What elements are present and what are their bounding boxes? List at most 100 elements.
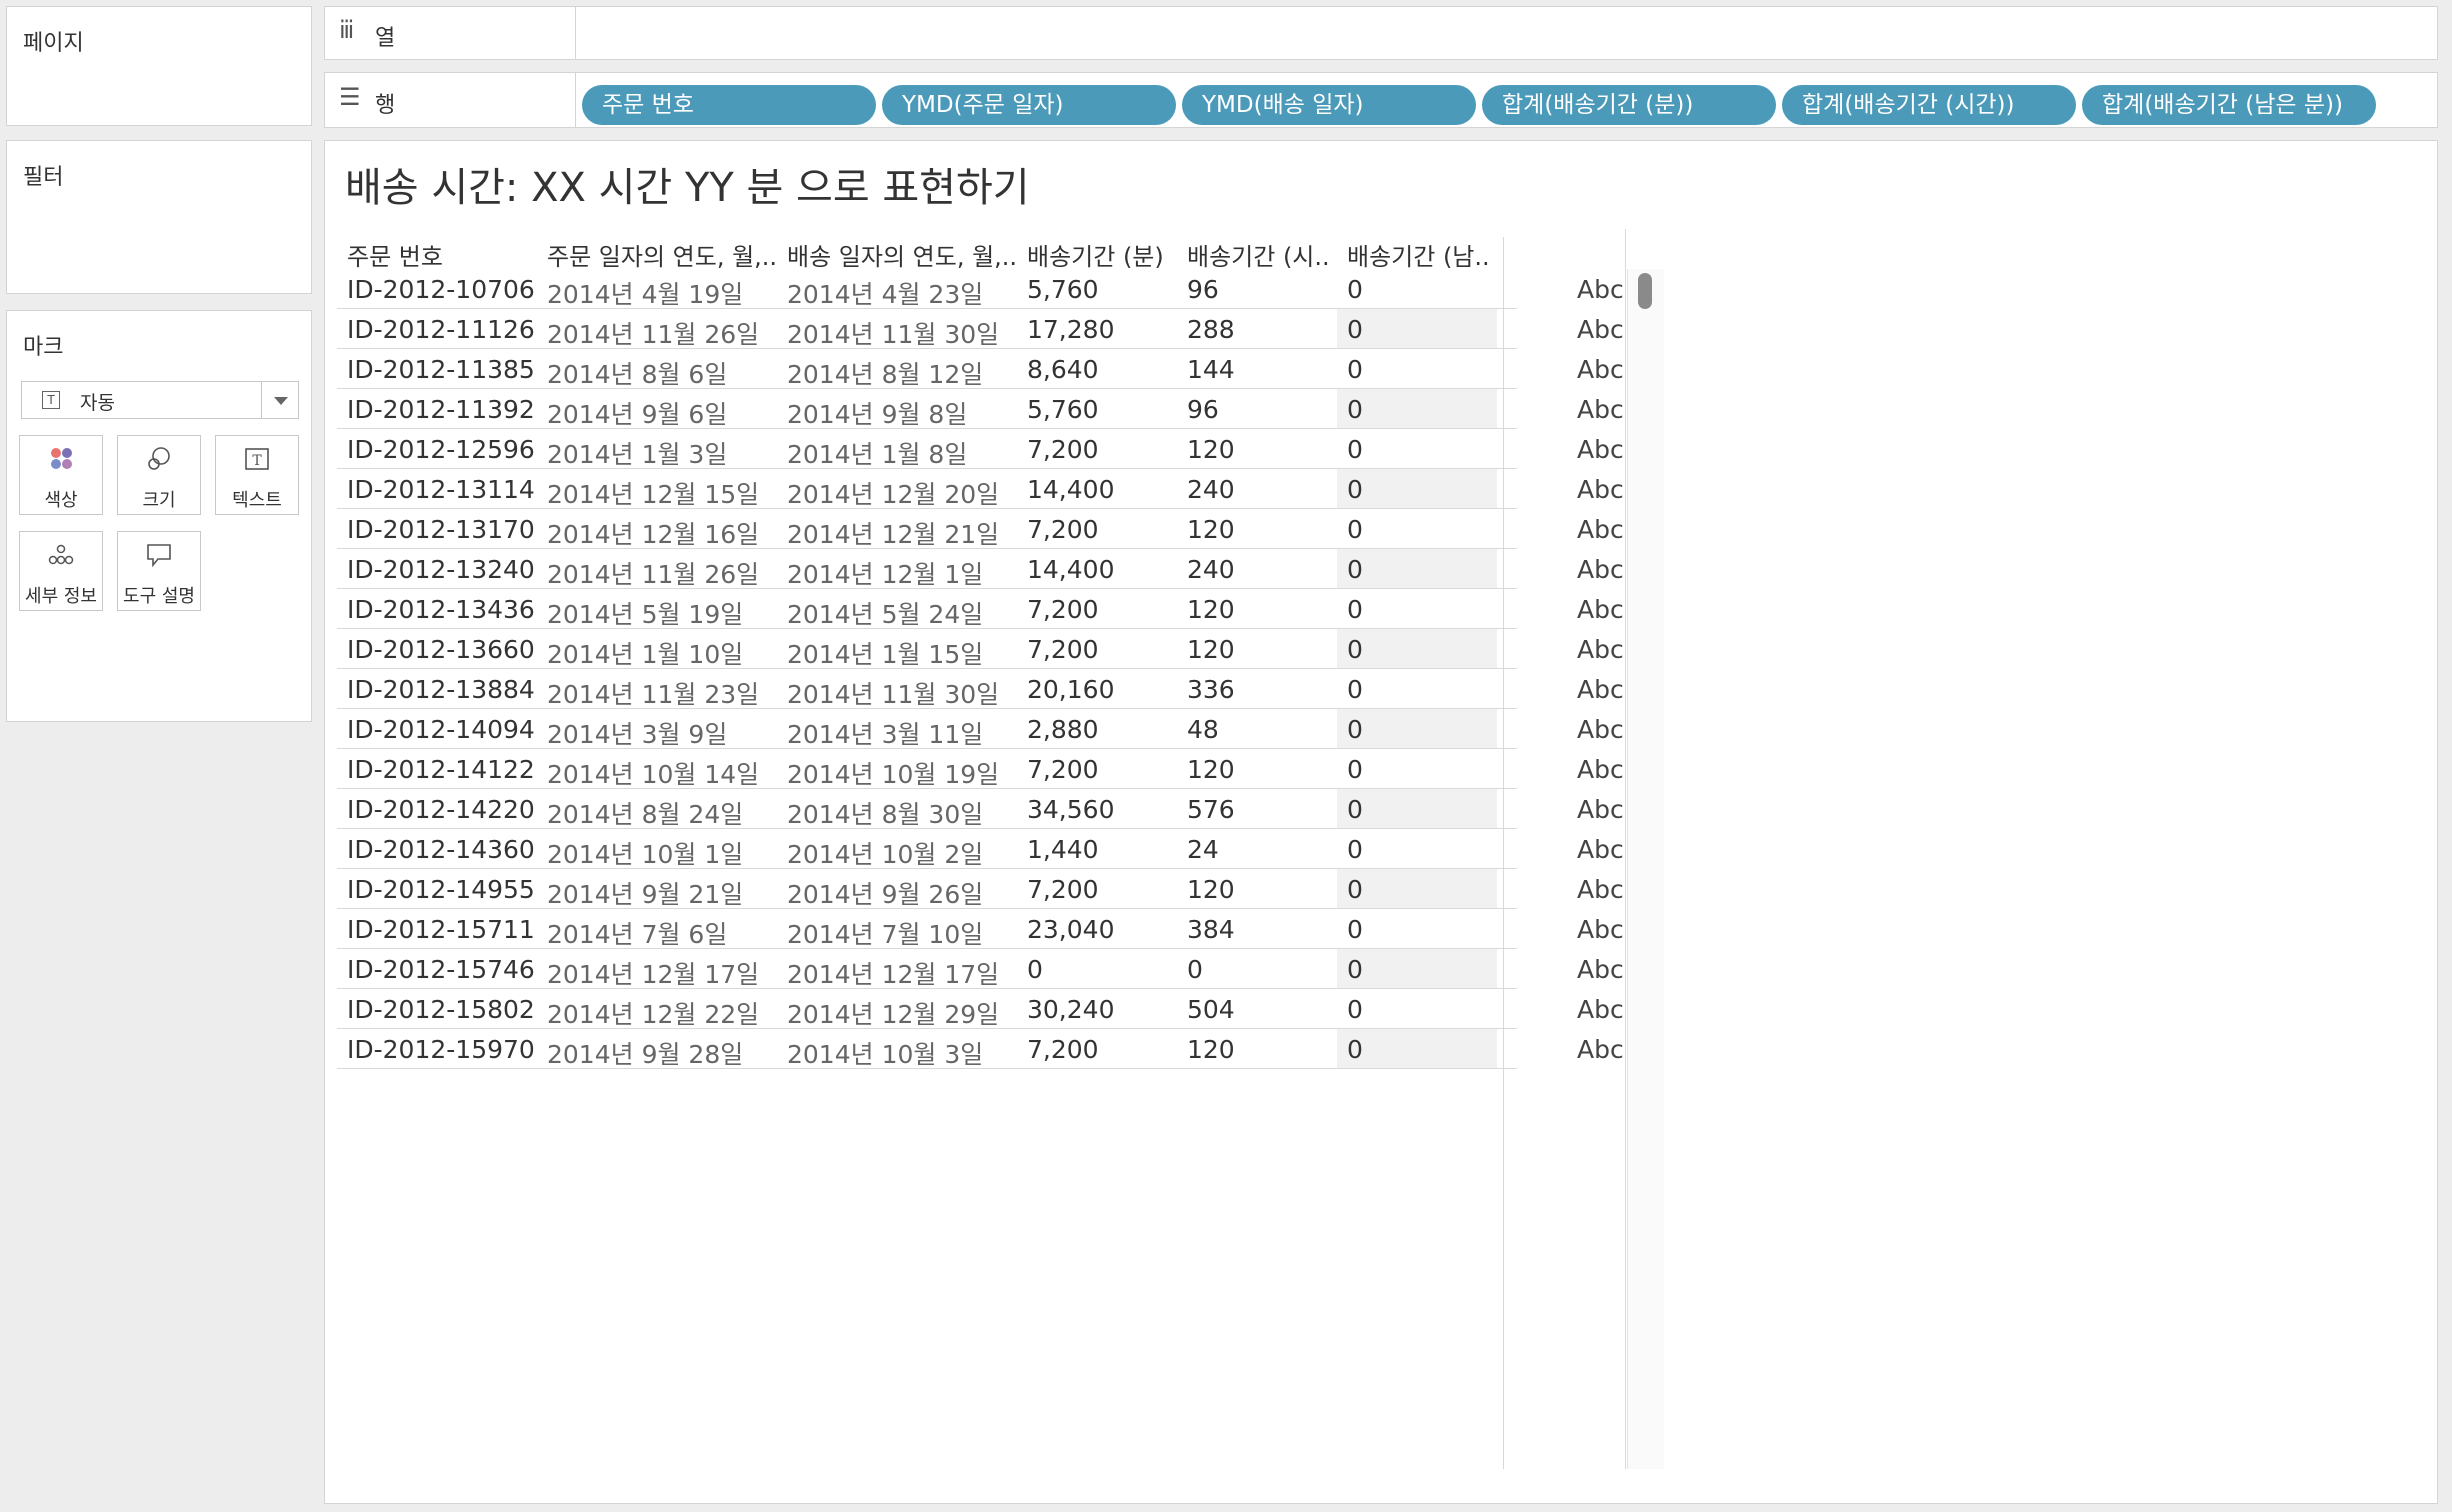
cell-ship-date: 2014년 11월 30일 xyxy=(787,680,1000,709)
table-row[interactable]: ID-2012-11385 2014년 8월 6일 2014년 8월 12일 8,64… xyxy=(337,349,1637,389)
marks-card: 마크 T 자동 색상 크기 T 텍스트 세부 정보 도구 설명 xyxy=(6,310,312,722)
table-row[interactable]: ID-2012-13114 2014년 12월 15일 2014년 12월 20일 1… xyxy=(337,469,1637,509)
table-row[interactable]: ID-2012-14360 2014년 10월 1일 2014년 10월 2일 1,4… xyxy=(337,829,1637,869)
cell-ship-remaining: 0 xyxy=(1347,715,1363,744)
table-row[interactable]: ID-2012-13884 2014년 11월 23일 2014년 11월 30일 2… xyxy=(337,669,1637,709)
cell-ship-minutes: 14,400 xyxy=(1027,475,1115,504)
tooltip-button[interactable]: 도구 설명 xyxy=(117,531,201,611)
cell-abc-placeholder: Abc xyxy=(1577,395,1624,424)
marks-title: 마크 xyxy=(23,335,64,360)
mark-type-dropdown[interactable]: T 자동 xyxy=(21,381,299,419)
rows-drop-area[interactable]: 주문 번호 YMD(주문 일자) YMD(배송 일자) 합계(배송기간 (분))… xyxy=(575,73,2437,127)
pill-ship-remaining-minutes[interactable]: 합계(배송기간 (남은 분)) xyxy=(2082,85,2376,125)
table-row[interactable]: ID-2012-12596 2014년 1월 3일 2014년 1월 8일 7,200… xyxy=(337,429,1637,469)
header-ship-remaining[interactable]: 배송기간 (남.. xyxy=(1347,237,1497,272)
header-ship-date[interactable]: 배송 일자의 연도, 월,.. xyxy=(787,237,1017,272)
cell-ship-remaining: 0 xyxy=(1347,675,1363,704)
cell-ship-date: 2014년 7월 10일 xyxy=(787,920,984,949)
cell-order-date: 2014년 1월 10일 xyxy=(547,640,744,669)
table-row[interactable]: ID-2012-14122 2014년 10월 14일 2014년 10월 19일 7… xyxy=(337,749,1637,789)
table-header: 주문 번호 주문 일자의 연도, 월,.. 배송 일자의 연도, 월,.. 배송… xyxy=(337,229,1637,272)
rows-shelf[interactable]: ☰ 행 주문 번호 YMD(주문 일자) YMD(배송 일자) 합계(배송기간 … xyxy=(324,72,2438,128)
pill-ship-minutes[interactable]: 합계(배송기간 (분)) xyxy=(1482,85,1776,125)
filters-title: 필터 xyxy=(23,165,64,190)
header-ship-hours[interactable]: 배송기간 (시.. xyxy=(1187,237,1337,272)
pill-order-date[interactable]: YMD(주문 일자) xyxy=(882,85,1176,125)
cell-abc-placeholder: Abc xyxy=(1577,795,1624,824)
cell-ship-hours: 288 xyxy=(1187,315,1235,344)
pill-ship-hours[interactable]: 합계(배송기간 (시간)) xyxy=(1782,85,2076,125)
cell-ship-hours: 120 xyxy=(1187,1035,1235,1064)
cell-order-id: ID-2012-13170 xyxy=(347,515,535,544)
scrollbar-thumb[interactable] xyxy=(1638,273,1652,309)
table-row[interactable]: ID-2012-14955 2014년 9월 21일 2014년 9월 26일 7,2… xyxy=(337,869,1637,909)
table-row[interactable]: ID-2012-13170 2014년 12월 16일 2014년 12월 21일 7… xyxy=(337,509,1637,549)
cell-ship-hours: 504 xyxy=(1187,995,1235,1024)
cell-ship-hours: 0 xyxy=(1187,955,1203,984)
vertical-scrollbar[interactable] xyxy=(1627,269,1664,1469)
cell-order-date: 2014년 9월 21일 xyxy=(547,880,744,909)
detail-label: 세부 정보 xyxy=(25,586,97,607)
cell-order-date: 2014년 5월 19일 xyxy=(547,600,744,629)
table-row[interactable]: ID-2012-15802 2014년 12월 22일 2014년 12월 29일 3… xyxy=(337,989,1637,1029)
cell-abc-placeholder: Abc xyxy=(1577,835,1624,864)
cell-ship-minutes: 17,280 xyxy=(1027,315,1115,344)
cell-ship-date: 2014년 5월 24일 xyxy=(787,600,984,629)
cell-ship-remaining: 0 xyxy=(1347,315,1363,344)
pages-card[interactable]: 페이지 xyxy=(6,6,312,126)
table-row[interactable]: ID-2012-15746 2014년 12월 17일 2014년 12월 17일 0… xyxy=(337,949,1637,989)
cell-ship-minutes: 2,880 xyxy=(1027,715,1099,744)
table-row[interactable]: ID-2012-10706 2014년 4월 19일 2014년 4월 23일 5,7… xyxy=(337,269,1637,309)
cell-abc-placeholder: Abc xyxy=(1577,915,1624,944)
table-row[interactable]: ID-2012-14220 2014년 8월 24일 2014년 8월 30일 34,… xyxy=(337,789,1637,829)
cell-ship-date: 2014년 9월 26일 xyxy=(787,880,984,909)
chevron-down-icon[interactable] xyxy=(261,382,298,418)
size-button[interactable]: 크기 xyxy=(117,435,201,515)
columns-shelf[interactable]: ⅲ 열 xyxy=(324,6,2438,60)
table-row[interactable]: ID-2012-15970 2014년 9월 28일 2014년 10월 3일 7,2… xyxy=(337,1029,1637,1069)
cell-ship-hours: 96 xyxy=(1187,275,1219,304)
cell-order-id: ID-2012-15970 xyxy=(347,1035,535,1064)
label-button[interactable]: T 텍스트 xyxy=(215,435,299,515)
columns-drop-area[interactable] xyxy=(575,7,2437,59)
cell-order-id: ID-2012-11385 xyxy=(347,355,535,384)
cell-order-date: 2014년 8월 6일 xyxy=(547,360,728,389)
table-row[interactable]: ID-2012-15711 2014년 7월 6일 2014년 7월 10일 23,0… xyxy=(337,909,1637,949)
cell-ship-remaining: 0 xyxy=(1347,995,1363,1024)
header-ship-minutes[interactable]: 배송기간 (분) xyxy=(1027,237,1177,272)
cell-order-date: 2014년 9월 6일 xyxy=(547,400,728,429)
cell-ship-hours: 384 xyxy=(1187,915,1235,944)
cell-ship-date: 2014년 10월 3일 xyxy=(787,1040,984,1069)
cell-ship-minutes: 5,760 xyxy=(1027,395,1099,424)
cell-order-id: ID-2012-14122 xyxy=(347,755,535,784)
cell-order-id: ID-2012-13660 xyxy=(347,635,535,664)
filters-card[interactable]: 필터 xyxy=(6,140,312,294)
pill-order-id[interactable]: 주문 번호 xyxy=(582,85,876,125)
cell-abc-placeholder: Abc xyxy=(1577,435,1624,464)
cell-ship-minutes: 8,640 xyxy=(1027,355,1099,384)
header-order-id[interactable]: 주문 번호 xyxy=(347,237,537,272)
cell-ship-date: 2014년 1월 15일 xyxy=(787,640,984,669)
cell-abc-placeholder: Abc xyxy=(1577,355,1624,384)
cell-ship-minutes: 7,200 xyxy=(1027,755,1099,784)
cell-abc-placeholder: Abc xyxy=(1577,715,1624,744)
table-row[interactable]: ID-2012-11126 2014년 11월 26일 2014년 11월 30일 1… xyxy=(337,309,1637,349)
cell-ship-minutes: 14,400 xyxy=(1027,555,1115,584)
cell-ship-remaining: 0 xyxy=(1347,955,1363,984)
cell-ship-minutes: 7,200 xyxy=(1027,1035,1099,1064)
cell-ship-hours: 120 xyxy=(1187,435,1235,464)
cell-ship-remaining: 0 xyxy=(1347,1035,1363,1064)
cell-ship-hours: 120 xyxy=(1187,515,1235,544)
header-order-date[interactable]: 주문 일자의 연도, 월,.. xyxy=(547,237,777,272)
table-body: ID-2012-10706 2014년 4월 19일 2014년 4월 23일 5,7… xyxy=(337,269,1637,1069)
pill-ship-date[interactable]: YMD(배송 일자) xyxy=(1182,85,1476,125)
table-row[interactable]: ID-2012-13436 2014년 5월 19일 2014년 5월 24일 7,2… xyxy=(337,589,1637,629)
cell-order-date: 2014년 11월 26일 xyxy=(547,320,760,349)
color-button[interactable]: 색상 xyxy=(19,435,103,515)
table-row[interactable]: ID-2012-13660 2014년 1월 10일 2014년 1월 15일 7,2… xyxy=(337,629,1637,669)
label-label: 텍스트 xyxy=(232,490,282,511)
detail-button[interactable]: 세부 정보 xyxy=(19,531,103,611)
table-row[interactable]: ID-2012-11392 2014년 9월 6일 2014년 9월 8일 5,760… xyxy=(337,389,1637,429)
table-row[interactable]: ID-2012-14094 2014년 3월 9일 2014년 3월 11일 2,88… xyxy=(337,709,1637,749)
table-row[interactable]: ID-2012-13240 2014년 11월 26일 2014년 12월 1일 14… xyxy=(337,549,1637,589)
